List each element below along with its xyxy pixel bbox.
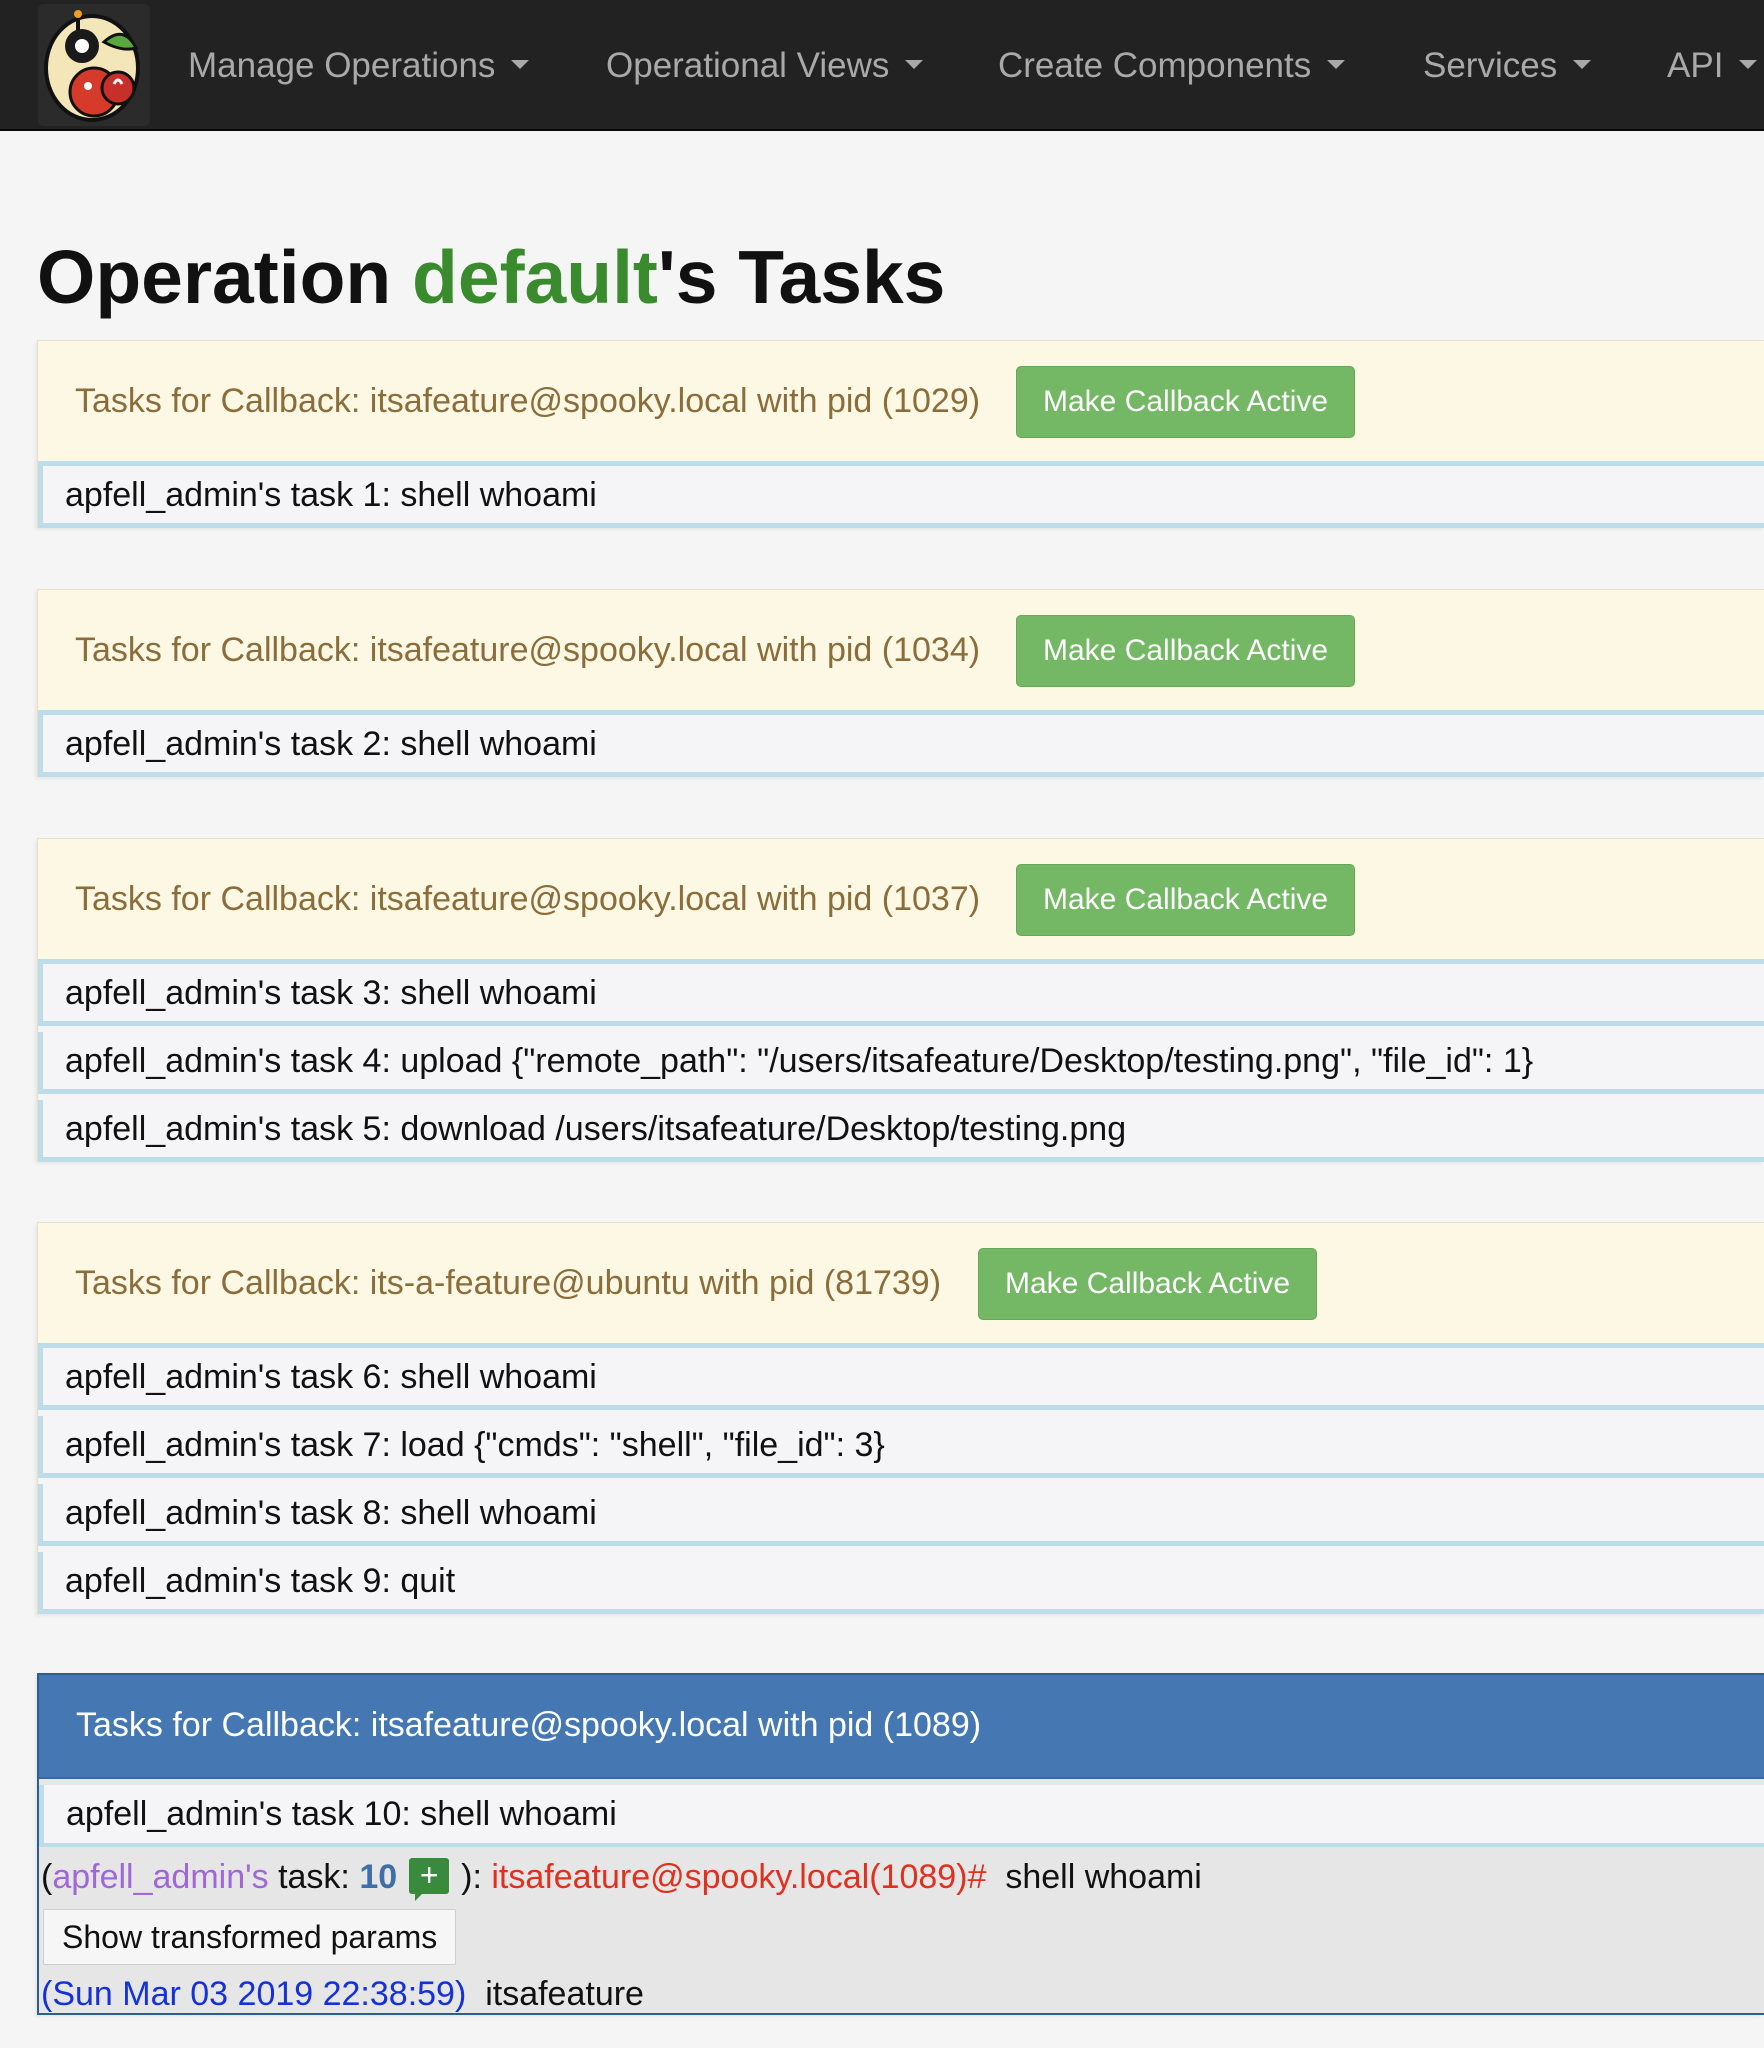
apfell-logo-icon — [38, 4, 150, 126]
page-title-prefix: Operation — [37, 235, 413, 319]
detail-open-paren: ( — [41, 1858, 53, 1896]
task-row[interactable]: apfell_admin's task 2: shell whoami — [38, 715, 1764, 777]
task-row[interactable]: apfell_admin's task 3: shell whoami — [38, 964, 1764, 1026]
plus-comment-icon[interactable]: + — [409, 1858, 450, 1902]
callback-panel-heading: Tasks for Callback: its-a-feature@ubuntu… — [38, 1223, 1764, 1348]
caret-down-icon — [511, 60, 530, 70]
page-title: Operation default's Tasks — [37, 232, 945, 322]
nav-services-label: Services — [1423, 46, 1558, 85]
task-operator: apfell_admin's — [52, 1858, 269, 1896]
caret-down-icon — [1573, 60, 1592, 70]
task-command: shell whoami — [1005, 1858, 1202, 1896]
task-detail: (apfell_admin's task: 10 +): itsafeature@… — [39, 1847, 1764, 1907]
show-transformed-params-button[interactable]: Show transformed params — [43, 1909, 457, 1965]
make-callback-active-button[interactable]: Make Callback Active — [978, 1248, 1318, 1320]
callback-panel-heading: Tasks for Callback: itsafeature@spooky.l… — [38, 341, 1764, 466]
apfell-logo[interactable] — [38, 4, 150, 126]
task-label: task: — [268, 1858, 360, 1896]
caret-down-icon — [905, 60, 924, 70]
response-text: itsafeature — [485, 1975, 644, 2013]
task-row[interactable]: apfell_admin's task 9: quit — [38, 1552, 1764, 1614]
task-row[interactable]: apfell_admin's task 5: download /users/i… — [38, 1100, 1764, 1162]
callback-panel: Tasks for Callback: itsafeature@spooky.l… — [37, 340, 1764, 528]
active-callback-panel: Tasks for Callback: itsafeature@spooky.l… — [37, 1673, 1764, 2015]
nav-operational-views[interactable]: Operational Views — [606, 0, 924, 131]
callback-panel: Tasks for Callback: itsafeature@spooky.l… — [37, 838, 1764, 1162]
nav-create-components-label: Create Components — [998, 46, 1312, 85]
task-response: (Sun Mar 03 2019 22:38:59) itsafeature — [39, 1965, 1764, 2023]
callback-panel-heading: Tasks for Callback: itsafeature@spooky.l… — [38, 590, 1764, 715]
task-number: 10 — [359, 1858, 398, 1896]
active-callback-heading: Tasks for Callback: itsafeature@spooky.l… — [39, 1675, 1764, 1779]
detail-close: ): — [461, 1858, 492, 1896]
caret-down-icon — [1327, 60, 1346, 70]
callback-panel: Tasks for Callback: itsafeature@spooky.l… — [37, 589, 1764, 777]
callback-title: Tasks for Callback: itsafeature@spooky.l… — [75, 382, 981, 420]
nav-manage-operations[interactable]: Manage Operations — [188, 0, 530, 131]
callback-panel-heading: Tasks for Callback: itsafeature@spooky.l… — [38, 839, 1764, 964]
callback-title: Tasks for Callback: itsafeature@spooky.l… — [76, 1706, 982, 1744]
nav-services[interactable]: Services — [1423, 0, 1592, 131]
callback-title: Tasks for Callback: itsafeature@spooky.l… — [75, 631, 981, 669]
make-callback-active-button[interactable]: Make Callback Active — [1016, 366, 1356, 438]
make-callback-active-button[interactable]: Make Callback Active — [1016, 615, 1356, 687]
nav-create-components[interactable]: Create Components — [998, 0, 1346, 131]
nav-api[interactable]: API — [1667, 0, 1758, 131]
page-title-suffix: 's Tasks — [657, 235, 946, 319]
task-row[interactable]: apfell_admin's task 10: shell whoami — [39, 1785, 1764, 1847]
task-row[interactable]: apfell_admin's task 8: shell whoami — [38, 1484, 1764, 1546]
nav-manage-operations-label: Manage Operations — [188, 46, 496, 85]
navbar: Manage Operations Operational Views Crea… — [0, 0, 1764, 131]
caret-down-icon — [1739, 60, 1758, 70]
response-timestamp: (Sun Mar 03 2019 22:38:59) — [41, 1975, 467, 2013]
callback-title: Tasks for Callback: itsafeature@spooky.l… — [75, 880, 981, 918]
task-row[interactable]: apfell_admin's task 7: load {"cmds": "sh… — [38, 1416, 1764, 1478]
task-row[interactable]: apfell_admin's task 4: upload {"remote_p… — [38, 1032, 1764, 1094]
callback-panel: Tasks for Callback: its-a-feature@ubuntu… — [37, 1222, 1764, 1614]
task-row[interactable]: apfell_admin's task 6: shell whoami — [38, 1348, 1764, 1410]
callback-title: Tasks for Callback: its-a-feature@ubuntu… — [75, 1264, 942, 1302]
operation-name[interactable]: default — [412, 235, 658, 319]
task-row[interactable]: apfell_admin's task 1: shell whoami — [38, 466, 1764, 528]
nav-api-label: API — [1667, 46, 1724, 85]
nav-operational-views-label: Operational Views — [606, 46, 890, 85]
make-callback-active-button[interactable]: Make Callback Active — [1016, 864, 1356, 936]
callback-host: itsafeature@spooky.local(1089)# — [491, 1858, 987, 1896]
